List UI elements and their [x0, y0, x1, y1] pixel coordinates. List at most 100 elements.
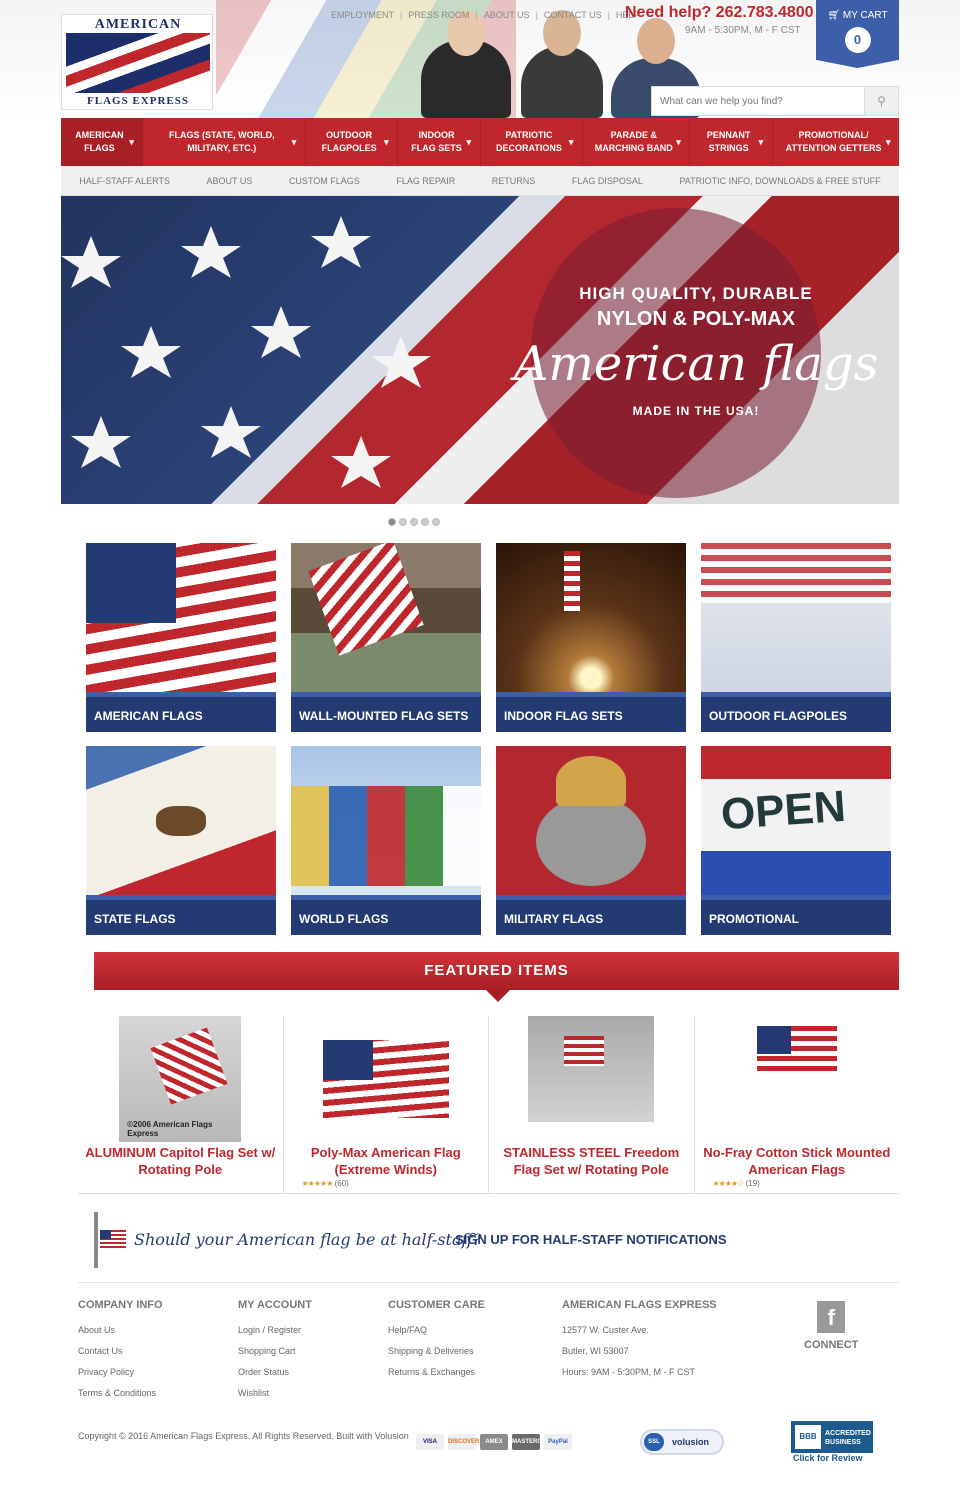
help-phone[interactable]: Need help? 262.783.4800	[625, 4, 814, 22]
category-world-flags[interactable]: WORLD FLAGS	[291, 746, 481, 935]
footer-customer-care: CUSTOMER CARE Help/FAQ Shipping & Delive…	[388, 1299, 485, 1388]
subnav-patriotic-info[interactable]: PATRIOTIC INFO, DOWNLOADS & FREE STUFF	[679, 176, 880, 186]
slider-dot[interactable]	[432, 518, 440, 526]
copyright: Copyright © 2016 American Flags Express.…	[78, 1431, 409, 1441]
category-label: WALL-MOUNTED FLAG SETS	[291, 692, 481, 732]
half-staff-signup-link[interactable]: SIGN UP FOR HALF-STAFF NOTIFICATIONS	[455, 1232, 727, 1247]
product-name[interactable]: ALUMINUM Capitol Flag Set w/ Rotating Po…	[78, 1144, 283, 1178]
footer-link-about-us[interactable]: About Us	[78, 1325, 163, 1335]
product-image-caption: ©2006 American Flags Express	[127, 1120, 213, 1138]
footer-link-shipping[interactable]: Shipping & Deliveries	[388, 1346, 485, 1356]
category-image	[291, 543, 481, 693]
person-photo	[521, 10, 603, 118]
footer-heading: CUSTOMER CARE	[388, 1299, 485, 1311]
subnav-flag-repair[interactable]: FLAG REPAIR	[396, 176, 455, 186]
facebook-icon[interactable]: f	[817, 1301, 846, 1333]
subnav-flag-disposal[interactable]: FLAG DISPOSAL	[572, 176, 643, 186]
toplink-contact-us[interactable]: CONTACT US	[544, 10, 602, 20]
footer-link-privacy-policy[interactable]: Privacy Policy	[78, 1367, 163, 1377]
visa-icon: VISA	[416, 1434, 444, 1450]
half-staff-prompt: Should your American flag be at half-sta…	[134, 1230, 482, 1249]
footer-link-wishlist[interactable]: Wishlist	[238, 1388, 312, 1398]
search-icon[interactable]: ⚲	[864, 87, 898, 115]
connect-label: CONNECT	[804, 1339, 859, 1351]
category-military-flags[interactable]: MILITARY FLAGS	[496, 746, 686, 935]
flag-icon	[100, 1230, 126, 1248]
toplink-employment[interactable]: EMPLOYMENT	[331, 10, 394, 20]
payment-cards: VISA DISCOVER AMEX MASTERCARD PayPal	[416, 1434, 572, 1450]
nav-outdoor-flagpoles[interactable]: OUTDOOR FLAGPOLES ▾	[306, 118, 399, 166]
ssl-secure-badge[interactable]: volusion	[640, 1429, 724, 1455]
product-name[interactable]: No-Fray Cotton Stick Mounted American Fl…	[695, 1144, 900, 1178]
bbb-badge[interactable]: ACCREDITED BUSINESS	[791, 1421, 873, 1453]
subnav-returns[interactable]: RETURNS	[492, 176, 536, 186]
nav-parade-marching-band[interactable]: PARADE & MARCHING BAND ▾	[583, 118, 691, 166]
footer-link-login[interactable]: Login / Register	[238, 1325, 312, 1335]
footer-heading: AMERICAN FLAGS EXPRESS	[562, 1299, 717, 1311]
rating-count: (60)	[334, 1179, 349, 1188]
category-image	[496, 746, 686, 896]
nav-pennant-strings[interactable]: PENNANT STRINGS ▾	[690, 118, 773, 166]
product-image	[746, 1018, 847, 1138]
product-rating: ★★★★★ (60)	[302, 1179, 349, 1188]
category-label: WORLD FLAGS	[291, 895, 481, 935]
product-image	[322, 1040, 449, 1118]
subnav-half-staff-alerts[interactable]: HALF-STAFF ALERTS	[79, 176, 170, 186]
nav-american-flags[interactable]: AMERICAN FLAGS ▾	[61, 118, 144, 166]
help-hours: 9AM - 5:30PM, M - F CST	[685, 25, 801, 36]
footer-link-cart[interactable]: Shopping Cart	[238, 1346, 312, 1356]
category-label: STATE FLAGS	[86, 895, 276, 935]
slider-dot[interactable]	[410, 518, 418, 526]
footer-link-contact-us[interactable]: Contact Us	[78, 1346, 163, 1356]
slider-dot[interactable]	[421, 518, 429, 526]
category-wall-mounted[interactable]: WALL-MOUNTED FLAG SETS	[291, 543, 481, 732]
footer-link-returns[interactable]: Returns & Exchanges	[388, 1367, 485, 1377]
slider-dot[interactable]	[388, 518, 396, 526]
category-label: MILITARY FLAGS	[496, 895, 686, 935]
category-indoor-flag-sets[interactable]: INDOOR FLAG SETS	[496, 543, 686, 732]
hero-stars-graphic	[61, 216, 431, 488]
search-input[interactable]	[652, 87, 862, 115]
category-label: PROMOTIONAL	[701, 895, 891, 935]
category-label: OUTDOOR FLAGPOLES	[701, 692, 891, 732]
category-state-flags[interactable]: STATE FLAGS	[86, 746, 276, 935]
category-american-flags[interactable]: AMERICAN FLAGS	[86, 543, 276, 732]
nav-patriotic-decorations[interactable]: PATRIOTIC DECORATIONS ▾	[481, 118, 583, 166]
footer-address: AMERICAN FLAGS EXPRESS 12577 W. Custer A…	[562, 1299, 717, 1388]
footer-link-order-status[interactable]: Order Status	[238, 1367, 312, 1377]
hero-line-4: MADE IN THE USA!	[632, 404, 760, 418]
main-nav: AMERICAN FLAGS ▾ FLAGS (STATE, WORLD, MI…	[61, 118, 899, 166]
hero-line-2: NYLON & POLY-MAX	[596, 308, 796, 330]
bbb-review-link[interactable]: Click for Review	[793, 1453, 863, 1463]
footer-link-help-faq[interactable]: Help/FAQ	[388, 1325, 485, 1335]
featured-arrow	[486, 990, 510, 1002]
category-outdoor-flagpoles[interactable]: OUTDOOR FLAGPOLES	[701, 543, 891, 732]
toplink-about-us[interactable]: ABOUT US	[484, 10, 530, 20]
cart-button[interactable]: 🛒︎ MY CART 0	[816, 0, 899, 68]
hero-banner[interactable]: HIGH QUALITY, DURABLE NYLON & POLY-MAX A…	[61, 196, 899, 504]
product-image	[528, 1016, 655, 1122]
featured-item[interactable]: ©2006 American Flags Express ALUMINUM Ca…	[78, 1016, 284, 1193]
category-label: AMERICAN FLAGS	[86, 692, 276, 732]
top-links: EMPLOYMENT | PRESS ROOM | ABOUT US | CONTACT U…	[331, 10, 640, 20]
nav-promotional[interactable]: PROMOTIONAL/ ATTENTION GETTERS ▾	[773, 118, 899, 166]
subnav-about-us[interactable]: ABOUT US	[207, 176, 253, 186]
product-rating: ★★★★☆ (19)	[713, 1179, 760, 1188]
toplink-press-room[interactable]: PRESS ROOM	[408, 10, 469, 20]
product-name[interactable]: STAINLESS STEEL Freedom Flag Set w/ Rota…	[489, 1144, 694, 1178]
nav-flags[interactable]: FLAGS (STATE, WORLD, MILITARY, ETC.) ▾	[143, 118, 306, 166]
footer-link-terms[interactable]: Terms & Conditions	[78, 1388, 163, 1398]
amex-icon: AMEX	[480, 1434, 508, 1450]
category-image	[86, 746, 276, 896]
site-logo[interactable]: AMERICAN FLAGS EXPRESS	[61, 14, 213, 110]
category-image	[86, 543, 276, 693]
featured-item[interactable]: Poly-Max American Flag (Extreme Winds) ★…	[284, 1016, 489, 1193]
nav-indoor-flag-sets[interactable]: INDOOR FLAG SETS ▾	[398, 118, 481, 166]
subnav-custom-flags[interactable]: CUSTOM FLAGS	[289, 176, 360, 186]
featured-item[interactable]: STAINLESS STEEL Freedom Flag Set w/ Rota…	[489, 1016, 695, 1193]
category-promotional[interactable]: OPEN PROMOTIONAL	[701, 746, 891, 935]
address-line: Butler, WI 53007	[562, 1346, 629, 1356]
featured-item[interactable]: No-Fray Cotton Stick Mounted American Fl…	[695, 1016, 900, 1193]
product-name[interactable]: Poly-Max American Flag (Extreme Winds)	[284, 1144, 489, 1178]
slider-dot[interactable]	[399, 518, 407, 526]
